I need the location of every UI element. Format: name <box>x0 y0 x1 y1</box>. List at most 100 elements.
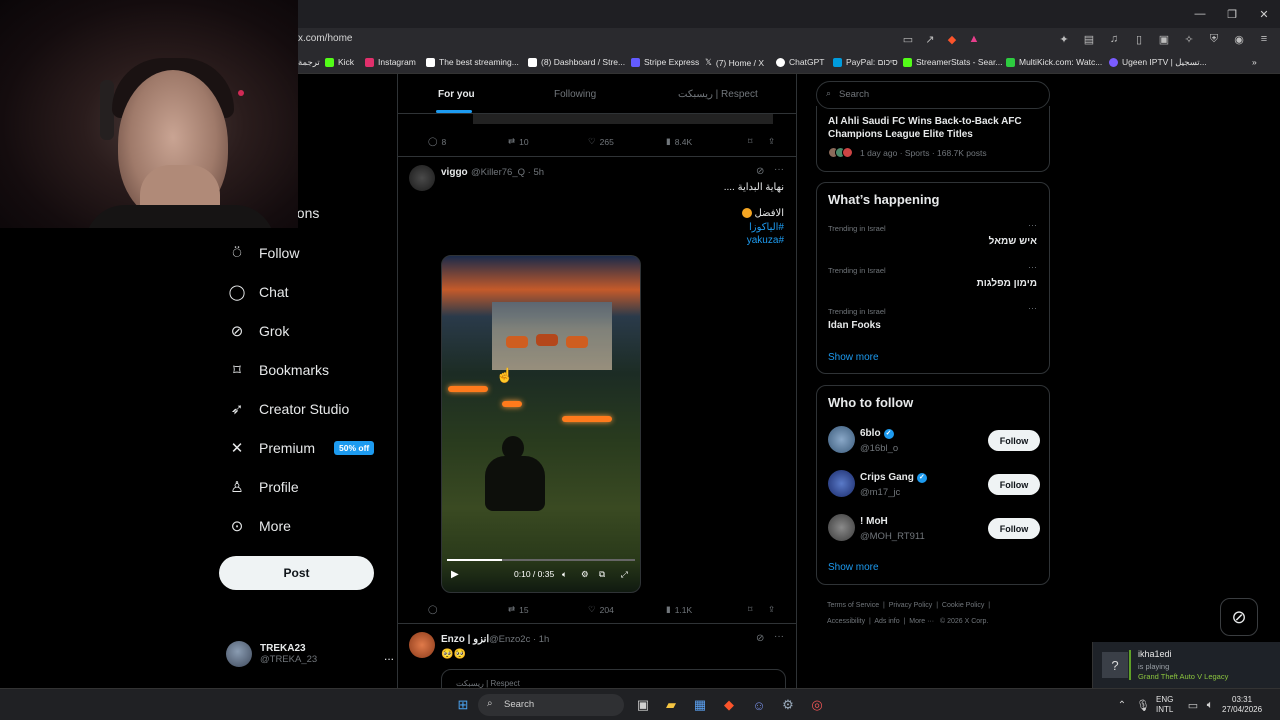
reply-button[interactable]: ◯ <box>428 604 508 615</box>
bookmark-item[interactable]: The best streaming... <box>426 57 519 67</box>
account-switcher[interactable]: TREKA23 @TREKA_23 ... <box>226 641 394 667</box>
discord-icon[interactable]: ☺ <box>749 695 769 715</box>
leo-icon[interactable]: ✧ <box>1181 31 1197 47</box>
windows-start-icon[interactable]: ⊞ <box>453 695 473 715</box>
trend-more-icon[interactable]: ··· <box>1028 262 1037 272</box>
grok-explain-icon[interactable]: ⊘ <box>756 166 764 177</box>
bookmark-item[interactable]: Stripe Express <box>631 57 699 67</box>
bookmark-item[interactable]: MultiKick.com: Watc... <box>1006 57 1102 67</box>
suggested-user[interactable]: ! MoH @MOH_RT911 Follow <box>828 514 1040 548</box>
hashtag-link[interactable]: #yakuza <box>747 235 784 246</box>
footer-link[interactable]: Privacy Policy <box>889 602 933 609</box>
minimize-button[interactable]: — <box>1184 0 1216 28</box>
taskbar-search[interactable]: ⌕ Search <box>478 694 624 716</box>
share-button[interactable]: ⇪ <box>768 604 786 615</box>
retweet-button[interactable]: ⇄ 10 <box>508 136 588 147</box>
suggested-user[interactable]: 6blo ✓ @16bl_o Follow <box>828 426 1040 460</box>
tweet-author-name[interactable]: viggo <box>441 167 468 178</box>
task-view-icon[interactable]: ▣ <box>633 695 653 715</box>
bookmark-button[interactable]: ⌑ <box>748 604 768 615</box>
follow-button[interactable]: Follow <box>988 518 1040 539</box>
bookmark-item[interactable]: ترجمة <box>298 57 320 68</box>
language-indicator[interactable]: ENG INTL <box>1156 695 1173 715</box>
trend-item[interactable]: איש שמאל <box>989 236 1037 247</box>
like-button[interactable]: ♡ 204 <box>588 604 666 615</box>
show-more-follow-link[interactable]: Show more <box>828 562 879 573</box>
community-context-box[interactable]: ريسبكت | Respect <box>441 669 786 688</box>
tweet-author-name[interactable]: Enzo | انزو <box>441 634 489 645</box>
trend-more-icon[interactable]: ··· <box>1028 220 1037 230</box>
sidebar-item-follow[interactable]: ⍥ Follow <box>228 244 299 262</box>
bookmark-item[interactable]: ChatGPT <box>776 57 824 67</box>
footer-link[interactable]: Ads info <box>874 618 899 625</box>
sidebar-item-premium[interactable]: ✕ Premium 50% off <box>228 439 375 457</box>
share-icon[interactable]: ↗ <box>922 31 938 47</box>
tweet-handle-time[interactable]: @Enzo2c · 1h <box>489 634 549 645</box>
bookmark-item[interactable]: (8) Dashboard / Stre... <box>528 57 625 67</box>
video-progress-bar[interactable] <box>447 559 635 561</box>
clock[interactable]: 03:31 27/04/2026 <box>1222 695 1262 715</box>
tab-respect-community[interactable]: ريسبكت | Respect <box>678 89 758 100</box>
trend-item[interactable]: מימון מפלגות <box>977 278 1037 289</box>
store-icon[interactable]: ▦ <box>690 695 710 715</box>
maximize-button[interactable]: ❐ <box>1216 0 1248 28</box>
sidebar-icon[interactable]: ▯ <box>1131 31 1147 47</box>
fullscreen-icon[interactable]: ⤢ <box>621 569 628 580</box>
footer-link[interactable]: More ··· <box>909 618 934 625</box>
play-icon[interactable]: ▶ <box>451 569 459 580</box>
settings-gear-icon[interactable]: ⚙ <box>581 569 589 580</box>
share-button[interactable]: ⇪ <box>768 136 786 147</box>
tweet-handle-time[interactable]: @Killer76_Q · 5h <box>471 167 544 178</box>
sidebar-item-more[interactable]: ⊙ More <box>228 517 291 535</box>
tweet-more-icon[interactable]: ··· <box>774 164 784 175</box>
trend-more-icon[interactable]: ··· <box>1028 303 1037 313</box>
close-window-button[interactable]: ✕ <box>1248 0 1280 28</box>
app-icon[interactable]: ◎ <box>807 695 827 715</box>
sidebar-item-bookmarks[interactable]: ⌑ Bookmarks <box>228 361 329 379</box>
search-input[interactable]: ⌕ Search <box>816 81 1050 109</box>
like-button[interactable]: ♡ 265 <box>588 136 666 147</box>
bookmark-item[interactable]: PayPal: סיכום <box>833 57 898 67</box>
brave-browser-icon[interactable]: ◆ <box>719 695 739 715</box>
steam-notification[interactable]: ? ikha1edi is playing Grand Theft Auto V… <box>1092 642 1280 688</box>
menu-icon[interactable]: ≡ <box>1256 31 1272 47</box>
wallet-icon[interactable]: ▣ <box>1156 31 1172 47</box>
volume-icon[interactable]: 🔈︎ <box>562 569 567 580</box>
sidebar-item-profile[interactable]: ♙ Profile <box>228 478 298 496</box>
bookmark-button[interactable]: ⌑ <box>748 136 768 147</box>
settings-app-icon[interactable]: ⚙ <box>778 695 798 715</box>
bookmark-item[interactable]: 𝕏 (7) Home / X <box>705 57 764 68</box>
suggested-user[interactable]: Crips Gang ✓ @m17_jc Follow <box>828 470 1040 504</box>
views-button[interactable]: ▮ 8.4K <box>666 136 748 147</box>
footer-link[interactable]: Terms of Service <box>827 602 879 609</box>
extensions-icon[interactable]: ✦ <box>1056 31 1072 47</box>
tweet-video-player[interactable]: ▶ 0:10 / 0:35 🔈︎ ⚙ ⧉ ⤢ <box>441 255 641 593</box>
grok-floating-button[interactable]: ⊘ <box>1220 598 1258 636</box>
show-more-trends-link[interactable]: Show more <box>828 352 879 363</box>
brave-shield-icon[interactable]: ◆ <box>944 31 960 47</box>
grok-explain-icon[interactable]: ⊘ <box>756 633 764 644</box>
bookmark-item[interactable]: StreamerStats - Sear... <box>903 57 1002 67</box>
news-headline[interactable]: Al Ahli Saudi FC Wins Back-to-Back AFC C… <box>828 115 1043 141</box>
reply-button[interactable]: ◯ 8 <box>428 136 508 147</box>
brave-rewards-icon[interactable]: ▲ <box>966 31 982 47</box>
sidebar-item-chat[interactable]: ◯ Chat <box>228 283 289 301</box>
volume-icon[interactable]: 🔈︎ <box>1200 695 1220 715</box>
sidebar-item-grok[interactable]: ⊘ Grok <box>228 322 290 340</box>
url-text[interactable]: x.com/home <box>298 33 352 44</box>
follow-button[interactable]: Follow <box>988 474 1040 495</box>
footer-link[interactable]: Cookie Policy <box>942 602 984 609</box>
file-explorer-icon[interactable]: ▰ <box>661 695 681 715</box>
post-button[interactable]: Post <box>219 556 374 590</box>
screen-cast-icon[interactable]: ▭ <box>900 31 916 47</box>
tweet-more-icon[interactable]: ··· <box>774 631 784 642</box>
bookmark-item[interactable]: Instagram <box>365 57 416 67</box>
reader-icon[interactable]: ▤ <box>1081 31 1097 47</box>
bookmark-item[interactable]: Kick <box>325 57 354 67</box>
avatar[interactable] <box>409 632 435 658</box>
tab-following[interactable]: Following <box>554 89 596 100</box>
follow-button[interactable]: Follow <box>988 430 1040 451</box>
media-icon[interactable]: ♫ <box>1106 31 1122 47</box>
hashtag-link[interactable]: #الياكوزا <box>749 222 784 233</box>
retweet-button[interactable]: ⇄ 15 <box>508 604 588 615</box>
